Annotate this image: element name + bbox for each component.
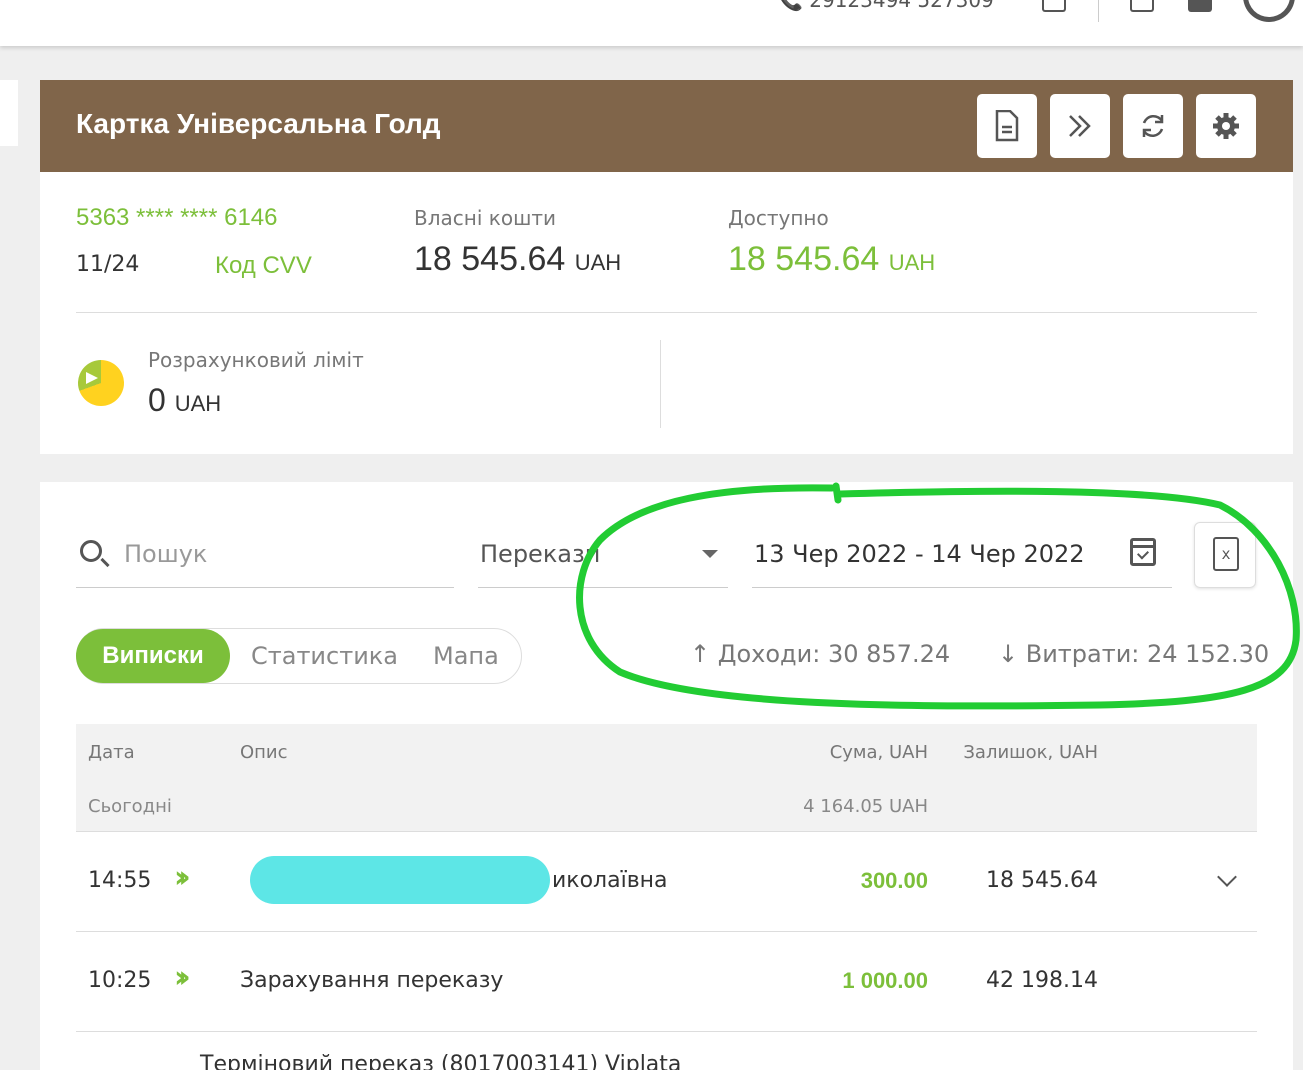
forward-icon — [1069, 115, 1091, 137]
statement-panel: Перекази 13 Чер 2022 - 14 Чер 2022 x Вип… — [40, 482, 1293, 1070]
transfer-button[interactable] — [1050, 94, 1110, 158]
bank-icon[interactable] — [1130, 0, 1154, 12]
card-divider — [76, 312, 1257, 313]
cvv-link[interactable]: Код CVV — [215, 252, 312, 280]
refresh-button[interactable] — [1123, 94, 1183, 158]
refresh-icon — [1142, 114, 1164, 138]
card-title: Картка Універсальна Голд — [76, 108, 441, 139]
redaction-mark — [250, 856, 550, 904]
partial-row-description: Терміновий переказ (8017003141) Viplata — [200, 1052, 682, 1070]
own-funds-amount: 18 545.64 UAH — [414, 240, 621, 279]
document-icon — [995, 110, 1019, 142]
settings-button[interactable] — [1196, 94, 1256, 158]
shopping-bag-icon[interactable] — [1042, 0, 1066, 12]
transfer-icon: ›› — [174, 860, 190, 895]
group-sum: 4 164.05 UAH — [803, 796, 928, 817]
row-description: иколаївна — [552, 868, 668, 893]
expense-total: ↓ Витрати: 24 152.30 — [998, 640, 1270, 668]
search-icon — [80, 540, 102, 562]
date-range-field[interactable]: 13 Чер 2022 - 14 Чер 2022 — [752, 532, 1172, 588]
operation-type-value: Перекази — [480, 540, 601, 568]
search-input[interactable] — [124, 534, 444, 574]
column-amount: Сума, UAH — [829, 742, 928, 763]
available-label: Доступно — [728, 206, 829, 230]
chevron-down-icon[interactable] — [1217, 867, 1237, 887]
card-summary: Картка Універсальна Голд 5363 **** **** … — [40, 80, 1293, 454]
topbar-divider — [1098, 0, 1099, 22]
row-time: 10:25 — [88, 968, 152, 993]
left-panel-edge — [0, 80, 18, 146]
view-tabs: Виписки Статистика Мапа — [76, 628, 522, 684]
row-description: Зарахування переказу — [240, 968, 504, 993]
excel-icon: x — [1213, 537, 1239, 571]
card-number: 5363 **** **** 6146 — [76, 204, 278, 231]
own-funds-label: Власні кошти — [414, 206, 557, 230]
operation-type-select[interactable]: Перекази — [478, 532, 728, 588]
row-amount: 1 000.00 — [842, 968, 928, 993]
limit-value: 0 — [148, 382, 166, 418]
pie-chart-icon — [78, 360, 124, 406]
avatar[interactable] — [1243, 0, 1295, 22]
limit-label: Розрахунковий ліміт — [148, 348, 364, 372]
row-balance: 18 545.64 — [986, 868, 1098, 893]
table-row[interactable]: 10:25 ›› Зарахування переказу 1 000.00 4… — [76, 932, 1257, 1032]
limit-currency: UAH — [174, 391, 222, 416]
gear-icon — [1213, 113, 1239, 139]
tab-statements[interactable]: Виписки — [76, 629, 230, 683]
table-row[interactable]: 14:55 ›› иколаївна 300.00 18 545.64 — [76, 832, 1257, 932]
row-amount: 300.00 — [860, 868, 928, 893]
available-value: 18 545.64 — [728, 240, 880, 278]
chevron-down-icon — [702, 550, 718, 558]
available-currency: UAH — [888, 250, 936, 275]
column-balance: Залишок, UAH — [963, 742, 1098, 763]
export-excel-button[interactable]: x — [1194, 522, 1256, 588]
column-description: Опис — [240, 742, 288, 763]
calendar-icon[interactable] — [1130, 538, 1156, 566]
date-range-value: 13 Чер 2022 - 14 Чер 2022 — [754, 540, 1085, 568]
card-header: Картка Універсальна Голд — [40, 80, 1293, 172]
top-bar: 📞 29123494 527309 — [0, 0, 1303, 46]
own-funds-value: 18 545.64 — [414, 240, 566, 278]
limit-amount: 0 UAH — [148, 382, 221, 419]
phone-number: 📞 29123494 527309 — [778, 0, 994, 12]
own-funds-currency: UAH — [574, 250, 622, 275]
row-balance: 42 198.14 — [986, 968, 1098, 993]
column-date: Дата — [88, 742, 135, 763]
message-icon[interactable] — [1188, 0, 1212, 12]
search-box — [76, 532, 454, 588]
income-total: ↑ Доходи: 30 857.24 — [690, 640, 951, 668]
group-label: Сьогодні — [88, 796, 172, 817]
table-header: Дата Опис Сума, UAH Залишок, UAH Сьогодн… — [76, 724, 1257, 832]
statement-button[interactable] — [977, 94, 1037, 158]
transfer-icon: ›› — [174, 960, 190, 995]
tab-map[interactable]: Мапа — [433, 629, 499, 683]
row-time: 14:55 — [88, 868, 152, 893]
tab-statistics[interactable]: Статистика — [251, 629, 398, 683]
available-amount: 18 545.64 UAH — [728, 240, 935, 279]
card-divider-vertical — [660, 340, 661, 428]
card-expiry: 11/24 — [76, 252, 140, 277]
